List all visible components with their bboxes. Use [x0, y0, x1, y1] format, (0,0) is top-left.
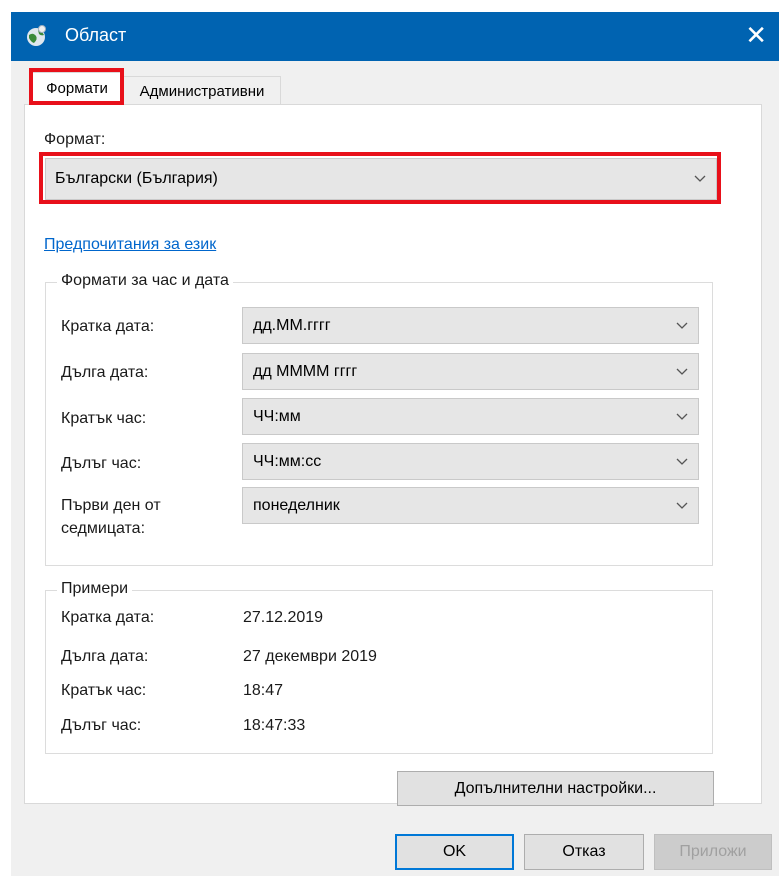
- additional-settings-label: Допълнителни настройки...: [454, 780, 657, 797]
- apply-label: Приложи: [679, 843, 747, 860]
- long-time-value: ЧЧ:мм:сс: [253, 452, 322, 470]
- tab-formats[interactable]: Формати: [31, 72, 123, 105]
- format-dropdown-value: Български (България): [55, 170, 218, 187]
- cancel-button[interactable]: Отказ: [524, 834, 644, 870]
- format-dropdown[interactable]: Български (България): [45, 158, 717, 200]
- title-bar: Област ✕: [11, 12, 779, 61]
- short-date-dropdown[interactable]: дд.ММ.гггг: [242, 307, 699, 344]
- long-date-value: дд ММММ гггг: [253, 362, 358, 380]
- tab-administrative[interactable]: Административни: [123, 76, 281, 105]
- window-title: Област: [65, 25, 127, 45]
- additional-settings-button[interactable]: Допълнителни настройки...: [397, 771, 714, 806]
- chevron-down-icon: [676, 322, 688, 329]
- language-preferences-link[interactable]: Предпочитания за език: [44, 236, 216, 254]
- first-day-dropdown[interactable]: понеделник: [242, 487, 699, 524]
- chevron-down-icon: [676, 458, 688, 465]
- short-time-value: ЧЧ:мм: [253, 407, 301, 425]
- tab-formats-label: Формати: [46, 80, 108, 97]
- ok-button[interactable]: OK: [395, 834, 514, 870]
- short-date-value: дд.ММ.гггг: [253, 316, 331, 334]
- chevron-down-icon: [676, 368, 688, 375]
- long-time-dropdown[interactable]: ЧЧ:мм:сс: [242, 443, 699, 480]
- chevron-down-icon: [694, 175, 706, 182]
- apply-button[interactable]: Приложи: [654, 834, 772, 870]
- cancel-label: Отказ: [562, 843, 606, 860]
- short-time-dropdown[interactable]: ЧЧ:мм: [242, 398, 699, 435]
- chevron-down-icon: [676, 502, 688, 509]
- ok-label: OK: [442, 843, 467, 860]
- first-day-value: понеделник: [253, 496, 340, 514]
- long-date-dropdown[interactable]: дд ММММ гггг: [242, 353, 699, 390]
- globe-icon: [27, 25, 46, 46]
- close-icon[interactable]: ✕: [745, 20, 767, 50]
- tab-administrative-label: Административни: [139, 83, 265, 100]
- chevron-down-icon: [676, 413, 688, 420]
